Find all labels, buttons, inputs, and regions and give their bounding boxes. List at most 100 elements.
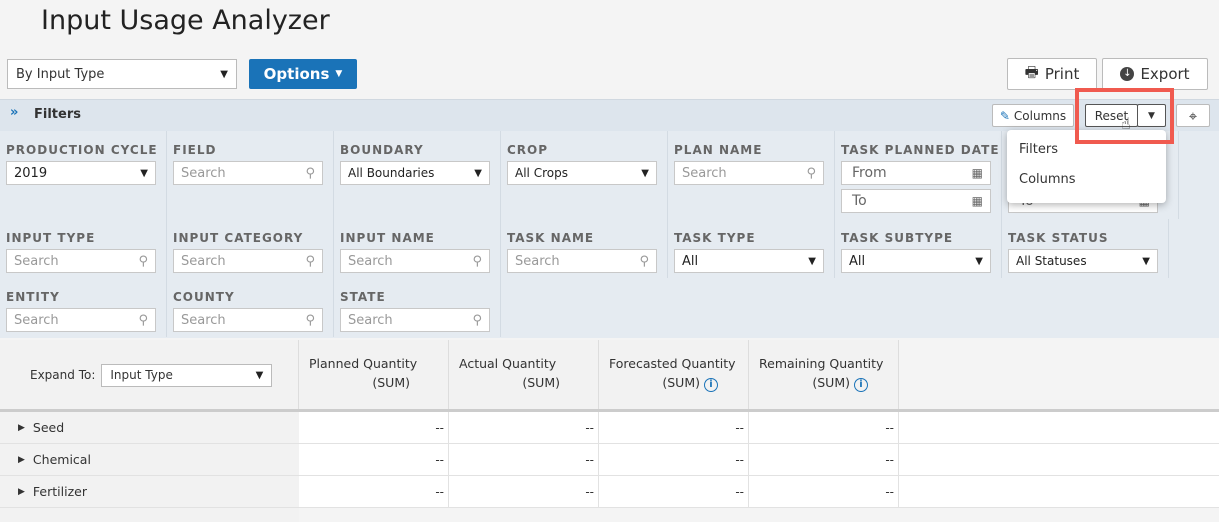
filter-state: STATE Search ⚲	[334, 278, 501, 337]
chevron-down-icon: ▼	[808, 255, 816, 267]
column-name: Planned Quantity	[309, 356, 418, 371]
row-label-text: Chemical	[32, 452, 91, 467]
print-label: Print	[1044, 65, 1080, 83]
placeholder: Search	[14, 312, 59, 328]
column-header[interactable]: Forecasted Quantity (SUM) i	[599, 340, 749, 410]
caret-down-icon: ▼	[335, 69, 343, 79]
calendar-icon[interactable]: ▦	[972, 166, 983, 180]
menu-item-filters[interactable]: Filters	[1007, 140, 1166, 172]
filter-input-category: INPUT CATEGORY Search ⚲	[167, 219, 334, 278]
crop-select[interactable]: All Crops ▼	[507, 161, 657, 185]
search-icon: ⚲	[639, 253, 649, 269]
column-header[interactable]: Planned Quantity (SUM)	[299, 340, 449, 410]
table-cell: --	[749, 412, 899, 443]
download-icon: ↓	[1120, 67, 1135, 81]
input-type-search-input[interactable]: Search ⚲	[6, 249, 156, 273]
table-cell: --	[449, 476, 599, 507]
export-button[interactable]: ↓ Export	[1102, 58, 1208, 90]
placeholder: Search	[181, 253, 226, 269]
printer-icon: 🖶	[1024, 62, 1039, 81]
columns-button[interactable]: ✎ Columns	[992, 104, 1074, 127]
plan-name-search-input[interactable]: Search ⚲	[674, 161, 824, 185]
table-cell: --	[449, 412, 599, 443]
filter-input-type: INPUT TYPE Search ⚲	[0, 219, 167, 278]
task-type-select[interactable]: All ▼	[674, 249, 824, 273]
placeholder: Search	[682, 165, 727, 181]
filter-input-name: INPUT NAME Search ⚲	[334, 219, 501, 278]
collapse-icon[interactable]: »	[10, 105, 18, 120]
table-cell-empty	[899, 476, 1219, 507]
expand-to-select[interactable]: Input Type ▼	[101, 363, 273, 387]
filter-plan-name: PLAN NAME Search ⚲	[668, 131, 835, 219]
row-label[interactable]: ▶ Fertilizer	[0, 476, 299, 507]
select-value: All Crops	[515, 166, 568, 180]
expand-triangle-icon[interactable]: ▶	[18, 455, 25, 465]
select-value: Input Type	[110, 368, 173, 382]
filter-task-name: TASK NAME Search ⚲	[501, 219, 668, 278]
crosshair-button[interactable]: ⌖	[1176, 104, 1210, 127]
view-select[interactable]: By Input Type ▼	[7, 59, 237, 89]
info-icon[interactable]: i	[704, 378, 718, 392]
search-icon: ⚲	[138, 253, 148, 269]
entity-search-input[interactable]: Search ⚲	[6, 308, 156, 332]
date-to-input[interactable]: To ▦	[841, 189, 991, 213]
search-icon: ⚲	[305, 312, 315, 328]
table-cell: --	[299, 444, 449, 475]
expand-triangle-icon[interactable]: ▶	[18, 423, 25, 433]
table-cell: --	[599, 412, 749, 443]
placeholder: From	[852, 165, 887, 181]
production-cycle-select[interactable]: 2019 ▼	[6, 161, 156, 185]
date-from-input[interactable]: From ▦	[841, 161, 991, 185]
state-search-input[interactable]: Search ⚲	[340, 308, 490, 332]
county-search-input[interactable]: Search ⚲	[173, 308, 323, 332]
row-gutter	[0, 508, 299, 522]
row-label-text: Fertilizer	[32, 484, 87, 499]
filter-boundary: BOUNDARY All Boundaries ▼	[334, 131, 501, 219]
field-search-input[interactable]: Search ⚲	[173, 161, 323, 185]
menu-item-columns[interactable]: Columns	[1007, 172, 1166, 204]
expand-triangle-icon[interactable]: ▶	[18, 487, 25, 497]
input-name-search-input[interactable]: Search ⚲	[340, 249, 490, 273]
crosshair-icon: ⌖	[1188, 106, 1198, 125]
filter-label: PRODUCTION CYCLE	[6, 143, 158, 157]
row-label[interactable]: ▶ Seed	[0, 412, 299, 443]
select-value: All	[682, 253, 699, 269]
column-header[interactable]: Actual Quantity (SUM)	[449, 340, 599, 410]
table-cell: --	[599, 444, 749, 475]
options-button[interactable]: Options ▼	[249, 59, 357, 89]
search-icon: ⚲	[806, 165, 816, 181]
filter-production-cycle: PRODUCTION CYCLE 2019 ▼	[0, 131, 167, 219]
calendar-icon[interactable]: ▦	[972, 194, 983, 208]
column-header[interactable]: Remaining Quantity (SUM) i	[749, 340, 899, 410]
task-subtype-select[interactable]: All ▼	[841, 249, 991, 273]
table-row: ▶ Chemical -- -- -- --	[0, 444, 1219, 476]
chevron-down-icon: ▼	[975, 255, 983, 267]
task-status-select[interactable]: All Statuses ▼	[1008, 249, 1158, 273]
boundary-select[interactable]: All Boundaries ▼	[340, 161, 490, 185]
filter-label: TASK SUBTYPE	[841, 231, 954, 245]
filter-entity: ENTITY Search ⚲	[0, 278, 167, 337]
expand-to-header: Expand To: Input Type ▼	[0, 340, 299, 410]
info-icon[interactable]: i	[854, 378, 868, 392]
select-value: 2019	[14, 165, 48, 181]
row-label-text: Seed	[32, 420, 65, 435]
table-cell: --	[299, 476, 449, 507]
input-category-search-input[interactable]: Search ⚲	[173, 249, 323, 273]
chevron-down-icon: ▼	[220, 68, 228, 80]
task-name-search-input[interactable]: Search ⚲	[507, 249, 657, 273]
table-cell-empty	[899, 412, 1219, 443]
search-icon: ⚲	[305, 253, 315, 269]
print-button[interactable]: 🖶 Print	[1007, 58, 1097, 90]
select-value: All	[849, 253, 866, 269]
hand-cursor-icon: ☝	[1121, 114, 1131, 133]
table-row: ▶ Fertilizer -- -- -- --	[0, 476, 1219, 508]
column-agg: (SUM)	[812, 375, 850, 390]
placeholder: Search	[14, 253, 59, 269]
row-label[interactable]: ▶ Chemical	[0, 444, 299, 475]
filters-title: Filters	[34, 107, 81, 122]
filter-label: COUNTY	[173, 290, 235, 304]
filter-task-type: TASK TYPE All ▼	[668, 219, 835, 278]
chevron-down-icon: ▼	[255, 369, 264, 381]
options-label: Options	[263, 65, 330, 83]
filter-label: TASK NAME	[507, 231, 595, 245]
